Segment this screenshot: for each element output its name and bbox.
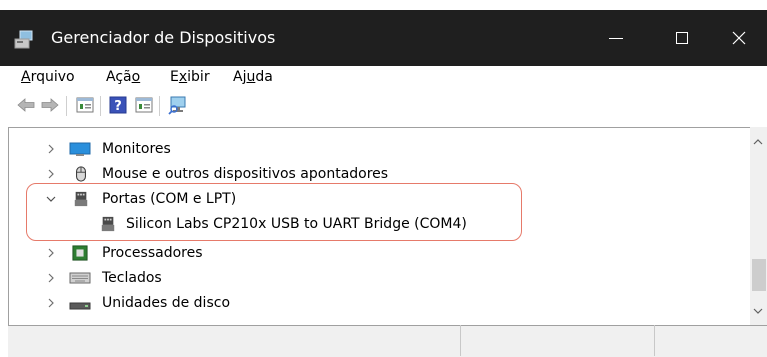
menu-exibir-rest: ibir [187,69,210,85]
chevron-right-icon[interactable] [45,297,57,309]
toolbar-separator [100,96,101,116]
disk-drive-icon [69,302,91,310]
menu-ajuda-rest: da [255,69,273,85]
minimize-icon [609,38,623,39]
toolbar-separator [66,96,67,116]
monitor-icon [69,142,91,156]
tree-item-unidades-de-disco[interactable]: Unidades de disco [9,291,749,316]
scroll-up-arrow-icon[interactable] [753,138,763,146]
menu-arquivo-rest: rquivo [30,69,75,85]
properties-button[interactable] [75,95,95,115]
toolbar: ? [0,90,767,122]
menu-ajuda[interactable]: Ajuda [233,67,273,87]
scan-hardware-icon [168,96,186,115]
forward-arrow-icon [41,98,59,112]
close-icon [732,31,746,45]
maximize-button[interactable] [654,10,710,66]
menu-exibir-first: E [170,69,179,85]
close-button[interactable] [711,10,767,66]
menu-acao-rest: Açã [106,69,132,85]
tree-item-teclados[interactable]: Teclados [9,266,749,291]
processor-icon [72,245,88,261]
chevron-right-icon[interactable] [45,247,57,259]
back-button[interactable] [16,95,36,115]
tree-item-label: Processadores [102,245,203,261]
menu-ajuda-accel: u [246,69,256,85]
chevron-right-icon[interactable] [45,168,57,180]
chevron-right-icon[interactable] [45,143,57,155]
keyboard-icon [69,272,91,284]
menu-acao-accel: o [131,69,141,85]
help-button[interactable]: ? [108,95,128,115]
toolbar-separator [159,96,160,116]
menu-exibir-accel: x [178,69,188,85]
highlight-annotation [26,183,522,241]
tree-item-monitores[interactable]: Monitores [9,137,749,162]
vertical-scrollbar[interactable] [750,127,767,325]
minimize-button[interactable] [588,10,644,66]
menu-ajuda-first: Aj [233,69,247,85]
scrollbar-thumb[interactable] [752,259,766,291]
tree-item-label: Mouse e outros dispositivos apontadores [102,166,389,182]
help-icon: ? [109,96,127,114]
menu-arquivo[interactable]: Arquivo [21,67,75,87]
scroll-down-arrow-icon[interactable] [753,307,763,315]
status-bar-separator [654,325,655,356]
menu-arquivo-accel: A [21,69,31,85]
status-bar-separator [460,325,461,356]
window-title: Gerenciador de Dispositivos [51,28,276,47]
console-tree-icon [135,97,153,113]
tree-item-label: Teclados [102,270,162,286]
maximize-icon [676,32,688,44]
title-bar: Gerenciador de Dispositivos [0,0,767,76]
menu-acao[interactable]: Ação [106,67,140,87]
menu-exibir[interactable]: Exibir [170,67,210,87]
device-manager-icon [13,30,35,50]
tree-item-label: Unidades de disco [102,295,231,311]
back-arrow-icon [17,98,35,112]
tree-item-label: Monitores [102,141,171,157]
scan-hardware-button[interactable] [167,95,189,115]
chevron-right-icon[interactable] [45,272,57,284]
mouse-icon [76,166,86,182]
menu-bar: Arquivo Ação Exibir Ajuda [0,66,767,88]
tree-item-processadores[interactable]: Processadores [9,241,749,266]
svg-text:?: ? [114,99,122,114]
properties-icon [76,97,94,113]
console-tree-button[interactable] [134,95,154,115]
forward-button[interactable] [40,95,60,115]
